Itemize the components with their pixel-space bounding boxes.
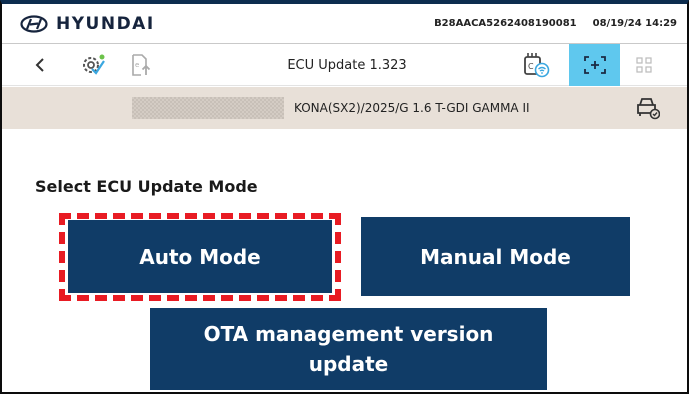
- chevron-left-icon: [35, 58, 44, 72]
- datetime-label: 08/19/24 14:29: [592, 18, 677, 29]
- wifi-device-icon: C: [524, 53, 550, 78]
- gear-check-icon: [83, 54, 105, 75]
- vin-label: B28AACA5262408190081: [434, 18, 577, 29]
- ota-update-button[interactable]: OTA management version update: [150, 308, 547, 390]
- brand-name: HYUNDAI: [56, 13, 155, 34]
- header-info: B28AACA5262408190081 08/19/24 14:29: [434, 18, 677, 29]
- auto-mode-button[interactable]: Auto Mode: [68, 220, 332, 293]
- app-window: HYUNDAI B28AACA5262408190081 08/19/24 14…: [0, 0, 689, 394]
- hyundai-logo-icon: [20, 14, 48, 33]
- vehicle-settings-button[interactable]: [636, 96, 660, 120]
- page-title: ECU Update 1.323: [287, 57, 407, 73]
- file-upload-icon: e: [132, 54, 151, 76]
- wireless-device-button[interactable]: C: [518, 44, 554, 86]
- car-settings-icon: [637, 98, 660, 120]
- svg-text:e: e: [135, 61, 139, 69]
- manual-mode-button[interactable]: Manual Mode: [361, 217, 630, 296]
- redacted-vin: [132, 97, 284, 119]
- brand: HYUNDAI: [20, 14, 155, 34]
- back-button[interactable]: [30, 44, 50, 86]
- vehicle-description: KONA(SX2)/2025/G 1.6 T-GDI GAMMA II: [294, 101, 530, 115]
- scan-plus-icon: [583, 56, 606, 74]
- file-upload-button[interactable]: e: [126, 44, 156, 86]
- grid-view-button[interactable]: [624, 44, 664, 86]
- ecu-setting-button[interactable]: [78, 44, 108, 86]
- scan-add-button[interactable]: [569, 44, 620, 86]
- toolbar: e ECU Update 1.323 C: [2, 44, 687, 86]
- svg-text:C: C: [528, 62, 534, 71]
- vehicle-info-bar: KONA(SX2)/2025/G 1.6 T-GDI GAMMA II: [2, 87, 687, 129]
- grid-icon: [636, 57, 652, 73]
- section-title: Select ECU Update Mode: [35, 177, 258, 196]
- header-bar: HYUNDAI B28AACA5262408190081 08/19/24 14…: [2, 4, 687, 44]
